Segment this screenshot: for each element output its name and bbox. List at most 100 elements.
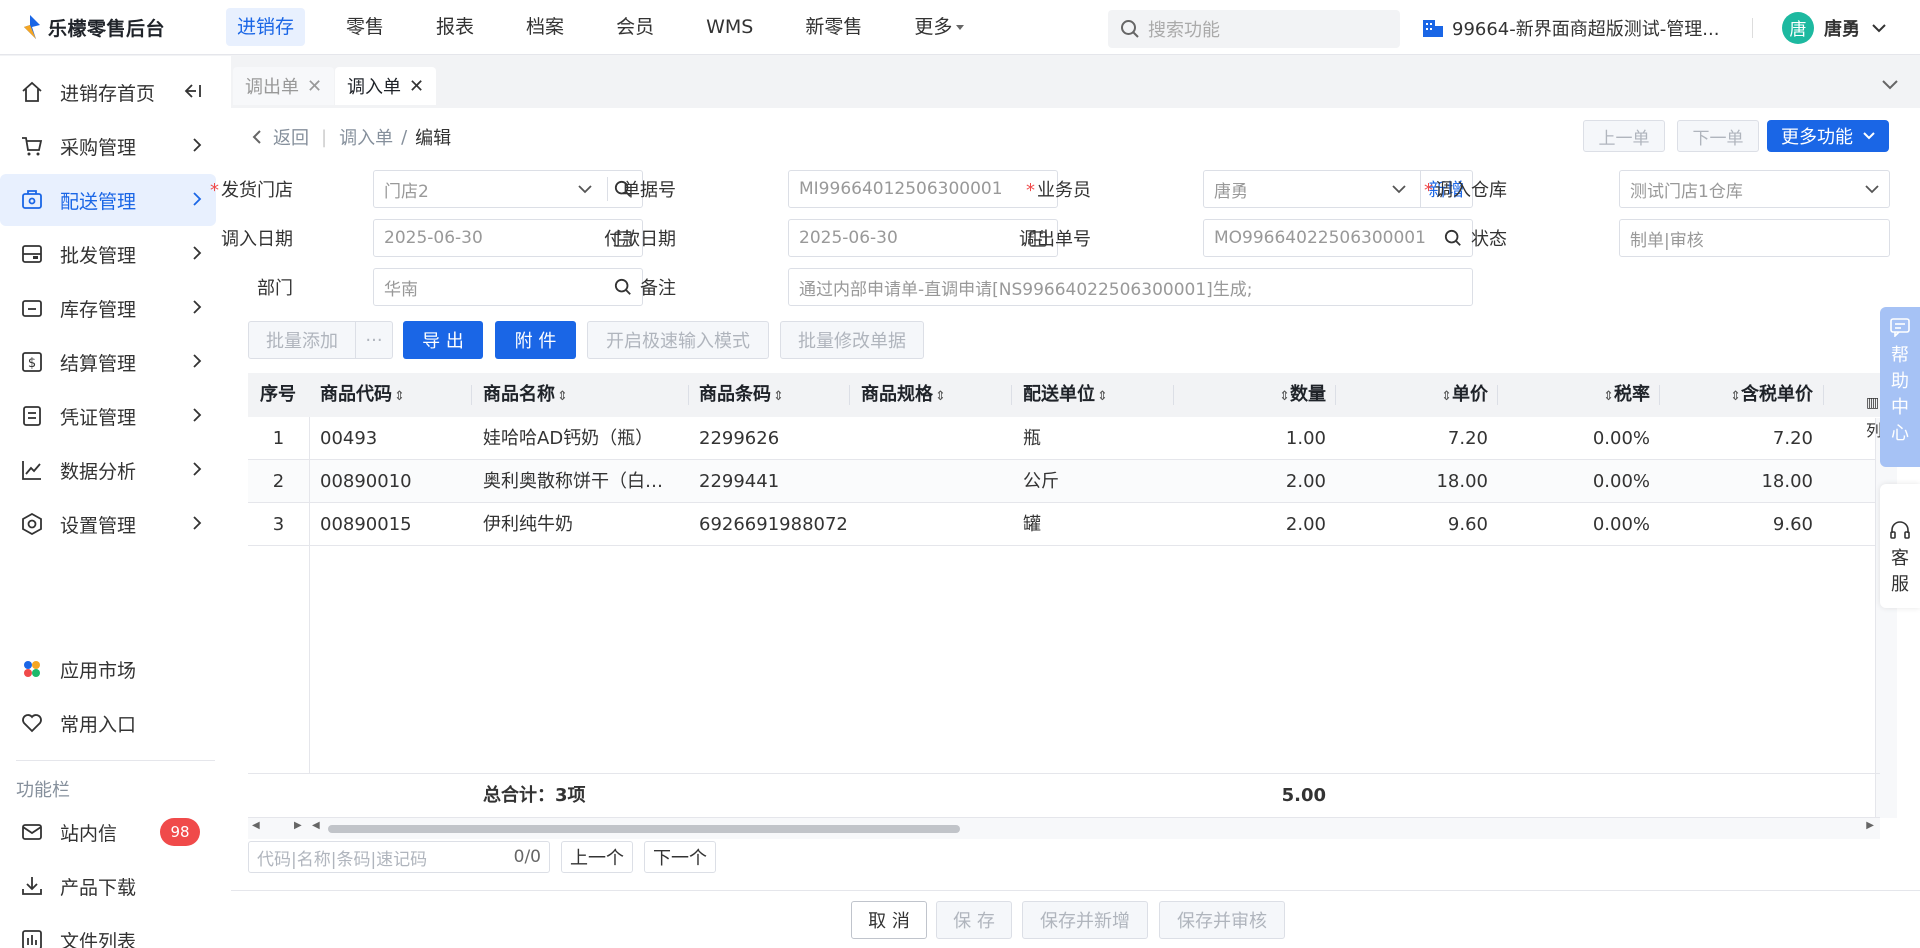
- th-tax-price[interactable]: ⇕含税单价: [1688, 373, 1813, 417]
- fast-input-button[interactable]: 开启极速输入模式: [587, 321, 769, 359]
- sidebar-item-favorites[interactable]: 常用入口: [0, 697, 216, 749]
- breadcrumb-parent[interactable]: 调入单: [339, 124, 393, 150]
- nav-new-retail[interactable]: 新零售: [794, 8, 873, 46]
- dept-value: 华南: [384, 279, 418, 300]
- th-barcode[interactable]: 商品条码 ⇕: [699, 373, 784, 417]
- cell-index: 3: [272, 514, 285, 535]
- nav-retail[interactable]: 零售: [335, 8, 395, 46]
- cell-code: 00890015: [320, 514, 412, 535]
- close-icon[interactable]: ✕: [409, 76, 424, 97]
- cell-price[interactable]: 18.00: [1388, 460, 1488, 503]
- sidebar-item-app-market[interactable]: 应用市场: [0, 643, 216, 695]
- save-button[interactable]: 保 存: [936, 901, 1012, 939]
- sort-icon[interactable]: ⇕: [935, 389, 946, 404]
- in-warehouse-select[interactable]: 测试门店1仓库: [1619, 170, 1890, 208]
- cell-price[interactable]: 7.20: [1388, 417, 1488, 460]
- row-finder-input[interactable]: 代码|名称|条码|速记码 0/0: [248, 841, 550, 873]
- user-menu[interactable]: 唐 唐勇: [1782, 0, 1886, 55]
- column-settings[interactable]: ▥ 列: [1866, 389, 1882, 445]
- scroll-thumb[interactable]: [328, 825, 960, 833]
- batch-edit-button[interactable]: 批量修改单据: [780, 321, 924, 359]
- sort-icon[interactable]: ⇕: [773, 389, 784, 404]
- customer-service-button[interactable]: 客 服: [1880, 484, 1920, 608]
- th-unit[interactable]: 配送单位 ⇕: [1023, 373, 1108, 417]
- nav-more[interactable]: 更多: [903, 8, 975, 46]
- cell-qty[interactable]: 2.00: [1228, 460, 1326, 503]
- sort-icon[interactable]: ⇕: [1730, 389, 1741, 404]
- search-placeholder: 搜索功能: [1148, 20, 1220, 41]
- th-price[interactable]: ⇕单价: [1408, 373, 1488, 417]
- attachment-button[interactable]: 附 件: [495, 321, 576, 359]
- vertical-scrollbar[interactable]: [1875, 418, 1897, 818]
- status-value: 制单|审核: [1630, 230, 1704, 251]
- nav-wms[interactable]: WMS: [695, 8, 764, 46]
- nav-jinxiaocun[interactable]: 进销存: [226, 8, 306, 46]
- export-button[interactable]: 导 出: [403, 321, 483, 359]
- store-selector[interactable]: 99664-新界面商超版测试-管理...: [1422, 0, 1719, 55]
- chevron-down-icon: [1392, 180, 1406, 200]
- sidebar-item-voucher[interactable]: 凭证管理: [0, 390, 216, 442]
- sort-icon[interactable]: ⇕: [1279, 389, 1290, 404]
- tab-transfer-out[interactable]: 调出单 ✕: [233, 67, 335, 105]
- cell-index: 2: [272, 471, 285, 492]
- table-row[interactable]: 1 00493 娃哈哈AD钙奶（瓶） 2299626 瓶 1.00 7.20 0…: [248, 417, 1880, 460]
- function-search[interactable]: 搜索功能: [1108, 10, 1400, 48]
- th-code[interactable]: 商品代码 ⇕: [320, 373, 405, 417]
- scroll-left-icon[interactable]: ◀: [312, 820, 320, 831]
- sort-icon[interactable]: ⇕: [1097, 389, 1108, 404]
- sidebar-item-analytics[interactable]: 数据分析: [0, 444, 216, 496]
- sidebar-item-distribution[interactable]: 配送管理: [0, 174, 216, 226]
- scroll-right-icon[interactable]: ▶: [1866, 820, 1874, 831]
- sort-icon[interactable]: ⇕: [1603, 389, 1614, 404]
- sidebar-item-settlement[interactable]: $ 结算管理: [0, 336, 216, 388]
- sidebar-item-settings[interactable]: 设置管理: [0, 498, 216, 550]
- th-tax-rate[interactable]: ⇕税率: [1568, 373, 1650, 417]
- sort-icon[interactable]: ⇕: [394, 389, 405, 404]
- voucher-icon: [20, 404, 44, 428]
- chevron-left-icon[interactable]: [251, 129, 263, 145]
- scroll-left-icon[interactable]: ◀: [252, 820, 260, 831]
- batch-add-button[interactable]: 批量添加: [248, 321, 356, 359]
- scroll-right-icon[interactable]: ▶: [294, 820, 302, 831]
- th-qty[interactable]: ⇕数量: [1248, 373, 1326, 417]
- cancel-button[interactable]: 取 消: [851, 901, 927, 939]
- settlement-icon: $: [20, 350, 44, 374]
- store-icon: [1423, 19, 1443, 37]
- more-functions-button[interactable]: 更多功能: [1767, 120, 1889, 152]
- collapse-icon[interactable]: [184, 82, 202, 104]
- sidebar-item-wholesale[interactable]: 批发管理: [0, 228, 216, 280]
- close-icon[interactable]: ✕: [307, 76, 322, 97]
- cell-qty[interactable]: 2.00: [1228, 503, 1326, 546]
- prev-bill-button[interactable]: 上一单: [1583, 120, 1665, 152]
- sort-icon[interactable]: ⇕: [557, 389, 568, 404]
- cell-qty[interactable]: 1.00: [1228, 417, 1326, 460]
- sidebar-item-purchase[interactable]: 采购管理: [0, 120, 216, 172]
- more-icon[interactable]: ···: [355, 321, 393, 359]
- cell-price[interactable]: 9.60: [1388, 503, 1488, 546]
- find-next-button[interactable]: 下一个: [644, 841, 716, 873]
- remark-field[interactable]: 通过内部申请单-直调申请[NS99664022506300001]生成;: [788, 268, 1473, 306]
- next-bill-button[interactable]: 下一单: [1677, 120, 1759, 152]
- horizontal-scrollbar[interactable]: ◀ ▶ ◀ ▶: [248, 817, 1880, 839]
- back-link[interactable]: 返回: [273, 124, 309, 150]
- nav-members[interactable]: 会员: [605, 8, 665, 46]
- th-name[interactable]: 商品名称 ⇕: [483, 373, 568, 417]
- sort-icon[interactable]: ⇕: [1441, 389, 1452, 404]
- save-and-audit-button[interactable]: 保存并审核: [1159, 901, 1285, 939]
- tab-transfer-in[interactable]: 调入单 ✕: [335, 67, 437, 105]
- column-divider: [849, 385, 850, 405]
- nav-archives[interactable]: 档案: [515, 8, 575, 46]
- sidebar-item-files[interactable]: 文件列表: [0, 914, 216, 948]
- save-and-new-button[interactable]: 保存并新增: [1022, 901, 1148, 939]
- sidebar-item-inventory[interactable]: 库存管理: [0, 282, 216, 334]
- sidebar-item-home[interactable]: 进销存首页: [0, 66, 216, 118]
- chevron-down-icon[interactable]: [1882, 74, 1898, 95]
- logo[interactable]: 乐檬零售后台: [0, 14, 210, 41]
- help-center-button[interactable]: 帮 助 中 心: [1880, 307, 1920, 467]
- table-row[interactable]: 2 00890010 奥利奥散称饼干（白… 2299441 公斤 2.00 18…: [248, 460, 1880, 503]
- table-row[interactable]: 3 00890015 伊利纯牛奶 6926691988072 罐 2.00 9.…: [248, 503, 1880, 546]
- sidebar-item-download[interactable]: 产品下载: [0, 860, 216, 912]
- find-prev-button[interactable]: 上一个: [561, 841, 633, 873]
- th-spec[interactable]: 商品规格 ⇕: [861, 373, 946, 417]
- nav-reports[interactable]: 报表: [425, 8, 485, 46]
